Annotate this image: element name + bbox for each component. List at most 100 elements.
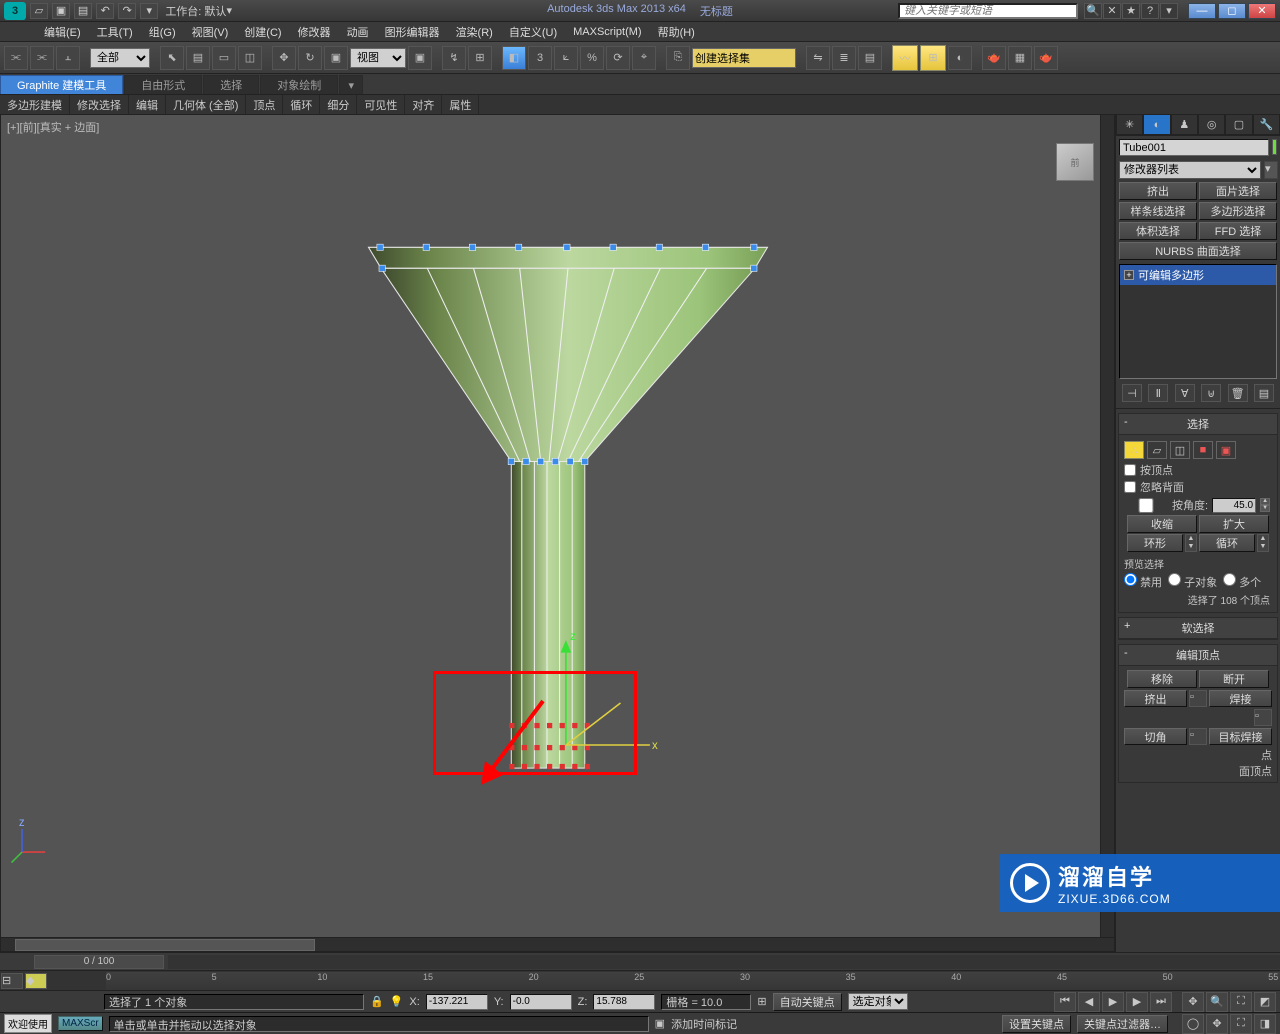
minmax-icon[interactable]: ◨: [1254, 1014, 1276, 1034]
chk-byangle[interactable]: [1124, 498, 1168, 513]
mirror-icon[interactable]: ⇋: [806, 46, 830, 70]
track-bar[interactable]: ⊟ ◆ 0 5 10 15 20 25 30 35 40 45 50 55: [0, 970, 1280, 990]
time-slider-thumb[interactable]: 0 / 100: [34, 955, 164, 969]
setkey-button[interactable]: 设置关键点: [1002, 1015, 1071, 1033]
link-icon[interactable]: ⫘: [4, 46, 28, 70]
btn-ring[interactable]: 环形: [1127, 534, 1183, 552]
paneltab-hierarchy-icon[interactable]: ♟: [1171, 114, 1198, 135]
rb-geomall[interactable]: 几何体 (全部): [166, 95, 246, 114]
editnamedset-icon[interactable]: ⎘: [666, 46, 690, 70]
tab-freeform[interactable]: 自由形式: [124, 75, 202, 94]
chk-ignoreback[interactable]: [1124, 481, 1136, 493]
rotate-icon[interactable]: ↻: [298, 46, 322, 70]
weld-settings-icon[interactable]: ▫: [1254, 709, 1272, 726]
spinner-snap-icon[interactable]: ⟳: [606, 46, 630, 70]
rb-loop[interactable]: 循环: [283, 95, 320, 114]
rad-multi[interactable]: [1223, 573, 1236, 586]
search-input[interactable]: [898, 3, 1078, 19]
menu-animation[interactable]: 动画: [339, 22, 377, 42]
chamfer-settings-icon[interactable]: ▫: [1189, 728, 1207, 745]
rad-subobj[interactable]: [1168, 573, 1181, 586]
rollout-selection-header[interactable]: -选择: [1119, 414, 1277, 435]
time-tag-label[interactable]: 添加时间标记: [671, 1016, 737, 1032]
pan2-icon[interactable]: ✥: [1206, 1014, 1228, 1034]
object-color-swatch[interactable]: [1272, 139, 1277, 155]
rb-visibility[interactable]: 可见性: [357, 95, 405, 114]
so-element-icon[interactable]: ▣: [1216, 441, 1236, 459]
btn-extrude[interactable]: 挤出: [1119, 182, 1197, 200]
paneltab-motion-icon[interactable]: ◎: [1198, 114, 1225, 135]
qat-link[interactable]: ▾: [140, 3, 158, 19]
btn-loop[interactable]: 循环: [1199, 534, 1255, 552]
qat-save[interactable]: ▤: [74, 3, 92, 19]
orbit-icon[interactable]: ◯: [1182, 1014, 1204, 1034]
schematic-icon[interactable]: ⊞: [920, 45, 946, 71]
btn-splinesel[interactable]: 样条线选择: [1119, 202, 1197, 220]
fov-icon[interactable]: ◩: [1254, 992, 1276, 1012]
trackbar-key-icon[interactable]: ◆: [25, 973, 47, 989]
coord-y[interactable]: [510, 994, 572, 1010]
ribbon-expand-icon[interactable]: ▾: [339, 75, 363, 94]
btn-grow[interactable]: 扩大: [1199, 515, 1269, 533]
rb-vertex[interactable]: 顶点: [246, 95, 283, 114]
so-border-icon[interactable]: ◫: [1170, 441, 1190, 459]
menu-create[interactable]: 创建(C): [236, 22, 289, 42]
app-logo[interactable]: 3: [4, 2, 26, 20]
curve-editor-icon[interactable]: 〰: [892, 45, 918, 71]
tab-objpaint[interactable]: 对象绘制: [260, 75, 338, 94]
goto-end-icon[interactable]: ⏭: [1150, 992, 1172, 1012]
dropdown-icon[interactable]: ▾: [1160, 3, 1178, 19]
menu-edit[interactable]: 编辑(E): [36, 22, 89, 42]
paneltab-display-icon[interactable]: ▢: [1225, 114, 1252, 135]
goto-start-icon[interactable]: ⏮: [1054, 992, 1076, 1012]
angle-input[interactable]: [1212, 498, 1256, 513]
select-icon[interactable]: ⬉: [160, 46, 184, 70]
autokey-button[interactable]: 自动关键点: [773, 993, 842, 1011]
btn-nurbs[interactable]: NURBS 曲面选择: [1119, 242, 1277, 260]
modifier-list[interactable]: 修改器列表: [1119, 161, 1261, 179]
so-poly-icon[interactable]: ■: [1193, 441, 1213, 459]
render-frame-icon[interactable]: ▦: [1008, 46, 1032, 70]
move-icon[interactable]: ✥: [272, 46, 296, 70]
zoom-ext-icon[interactable]: ⛶: [1230, 992, 1252, 1012]
modifier-stack[interactable]: + 可编辑多边形: [1119, 264, 1277, 379]
menu-grapheditors[interactable]: 图形编辑器: [377, 22, 448, 42]
btn-facesel[interactable]: 面片选择: [1199, 182, 1277, 200]
chk-byvertex[interactable]: [1124, 464, 1136, 476]
so-edge-icon[interactable]: ▱: [1147, 441, 1167, 459]
time-slider[interactable]: 0 / 100: [0, 952, 1280, 970]
rb-subdiv[interactable]: 细分: [320, 95, 357, 114]
object-name-input[interactable]: [1119, 139, 1269, 156]
stack-show-icon[interactable]: Ⅱ: [1148, 384, 1168, 402]
rad-disable[interactable]: [1124, 573, 1137, 586]
tab-selection[interactable]: 选择: [203, 75, 259, 94]
scale-icon[interactable]: ▣: [324, 46, 348, 70]
stack-pin-icon[interactable]: ⊣: [1122, 384, 1142, 402]
selection-filter[interactable]: 全部: [90, 48, 150, 68]
ref-coord[interactable]: 视图: [350, 48, 406, 68]
search-icon[interactable]: 🔍: [1084, 3, 1102, 19]
stack-unique-icon[interactable]: ⊎: [1201, 384, 1221, 402]
trackbar-toggle-icon[interactable]: ⊟: [1, 973, 23, 989]
window-cross-icon[interactable]: ◫: [238, 46, 262, 70]
qat-redo[interactable]: ↷: [118, 3, 136, 19]
script-listener-icon[interactable]: ▣: [655, 1017, 665, 1030]
keymode-icon[interactable]: ⊞: [468, 46, 492, 70]
bind-icon[interactable]: ⫠: [56, 46, 80, 70]
coord-x[interactable]: [426, 994, 488, 1010]
spin-up-icon[interactable]: ▲: [1260, 498, 1270, 505]
menu-tools[interactable]: 工具(T): [89, 22, 141, 42]
next-frame-icon[interactable]: ▶: [1126, 992, 1148, 1012]
menu-customize[interactable]: 自定义(U): [501, 22, 565, 42]
stack-config-icon[interactable]: ▤: [1254, 384, 1274, 402]
menu-render[interactable]: 渲染(R): [448, 22, 501, 42]
select-rect-icon[interactable]: ▭: [212, 46, 236, 70]
esnap-icon[interactable]: ⌖: [632, 46, 656, 70]
btn-volsel[interactable]: 体积选择: [1119, 222, 1197, 240]
qat-undo[interactable]: ↶: [96, 3, 114, 19]
snap3-icon[interactable]: 3: [528, 46, 552, 70]
keymode-select[interactable]: 选定对象: [848, 993, 908, 1010]
zoom-icon[interactable]: 🔍: [1206, 992, 1228, 1012]
manip-icon[interactable]: ↯: [442, 46, 466, 70]
rb-modsel[interactable]: 修改选择: [70, 95, 129, 114]
